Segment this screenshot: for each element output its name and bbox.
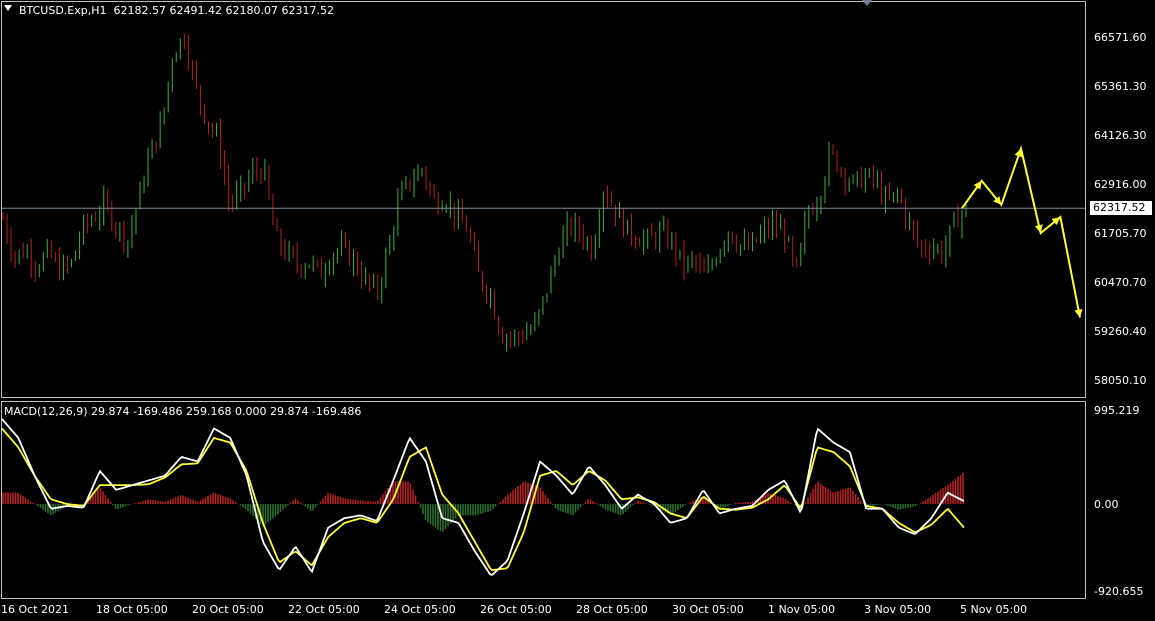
time-axis-label: 24 Oct 05:00 — [384, 603, 456, 616]
price-label: 58050.10 — [1094, 374, 1147, 387]
price-label: 65361.30 — [1094, 80, 1147, 93]
main-panel-frame — [1, 1, 1086, 398]
time-axis-label: 22 Oct 05:00 — [288, 603, 360, 616]
macd-scale-label: -920.655 — [1094, 585, 1144, 598]
time-axis-label: 5 Nov 05:00 — [960, 603, 1028, 616]
scroll-marker-icon — [862, 0, 872, 6]
time-axis-label: 16 Oct 2021 — [1, 603, 70, 616]
forecast-arrowhead-icon — [1014, 148, 1023, 158]
time-axis-label: 26 Oct 05:00 — [480, 603, 552, 616]
symbol-name: BTCUSD.Exp,H1 — [19, 4, 107, 17]
forecast-arrowhead-icon — [973, 180, 982, 190]
forecast-arrowhead-icon — [1074, 308, 1083, 318]
price-label: 59260.40 — [1094, 325, 1147, 338]
time-axis-label: 30 Oct 05:00 — [672, 603, 744, 616]
forecast-path-line — [961, 144, 1081, 318]
time-axis-label: 3 Nov 05:00 — [864, 603, 932, 616]
chart-area[interactable] — [0, 0, 1155, 621]
current-price-tag: 62317.52 — [1090, 201, 1152, 215]
price-label: 60470.70 — [1094, 276, 1147, 289]
price-label: 64126.30 — [1094, 129, 1147, 142]
time-axis-label: 20 Oct 05:00 — [192, 603, 264, 616]
macd-indicator-label: MACD(12,26,9) 29.874 -169.486 259.168 0.… — [4, 405, 362, 418]
price-label: 62916.00 — [1094, 178, 1147, 191]
symbol-label: BTCUSD.Exp,H1 62182.57 62491.42 62180.07… — [19, 4, 334, 17]
time-axis-label: 1 Nov 05:00 — [768, 603, 836, 616]
price-label: 66571.60 — [1094, 31, 1147, 44]
macd-scale-label: 0.00 — [1094, 498, 1119, 511]
time-axis-label: 18 Oct 05:00 — [96, 603, 168, 616]
macd-scale-label: 995.219 — [1094, 404, 1140, 417]
price-label: 61705.70 — [1094, 227, 1147, 240]
time-axis-label: 28 Oct 05:00 — [576, 603, 648, 616]
menu-arrow-icon[interactable] — [4, 5, 12, 11]
ohlc-values: 62182.57 62491.42 62180.07 62317.52 — [113, 4, 334, 17]
